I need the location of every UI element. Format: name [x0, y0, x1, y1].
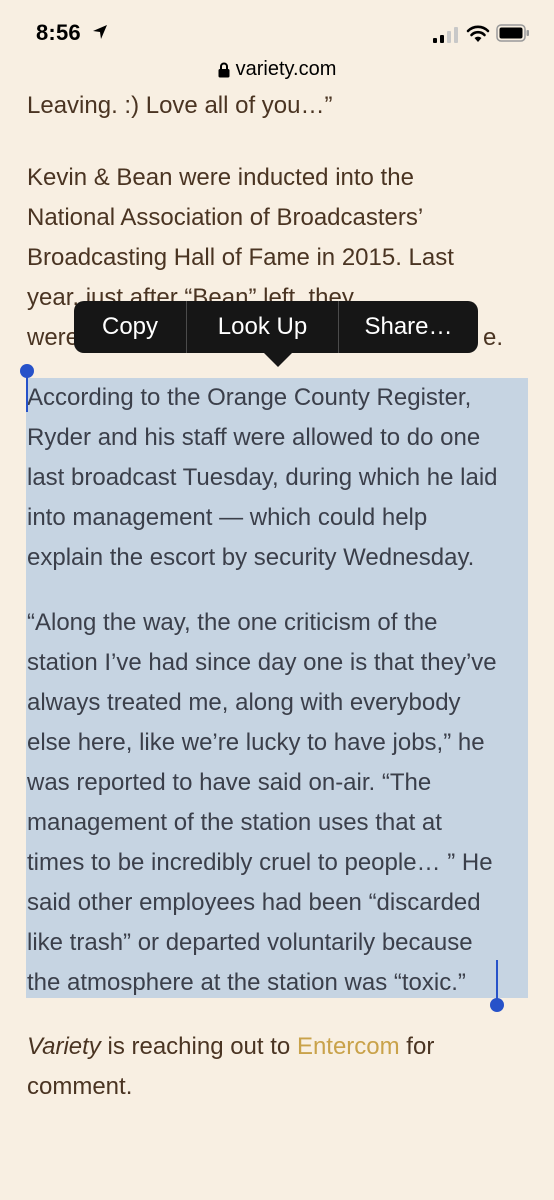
paragraph-line: management of the station uses that at — [27, 809, 442, 836]
copy-button[interactable]: Copy — [74, 301, 186, 353]
cellular-signal-icon — [433, 27, 458, 43]
paragraph-line: last broadcast Tuesday, during which he … — [27, 464, 498, 491]
location-arrow-icon — [93, 25, 107, 39]
paragraph-0: Leaving. :) Love all of you…” — [27, 92, 333, 119]
paragraph-1-line: Kevin & Bean were inducted into the — [27, 164, 414, 191]
text-selection-menu: Copy Look Up Share… — [74, 301, 478, 367]
paragraph-line: said other employees had been “discarded — [27, 889, 481, 916]
paragraph-line: “Along the way, the one criticism of the — [27, 609, 438, 636]
selection-end-handle[interactable] — [490, 998, 504, 1012]
battery-icon — [496, 24, 529, 42]
lock-icon — [218, 62, 230, 77]
paragraph-line: the atmosphere at the station was “toxic… — [27, 969, 466, 996]
paragraph-line: into management — which could help — [27, 504, 428, 531]
menu-pointer-arrow — [264, 353, 292, 367]
closing-text-2: for — [399, 1033, 435, 1060]
entercom-link[interactable]: Entercom — [297, 1033, 400, 1060]
status-bar: 8:56 — [0, 0, 554, 60]
paragraph-line: explain the escort by security Wednesday… — [27, 544, 475, 571]
selection-start-caret[interactable] — [26, 372, 28, 412]
paragraph-line: else here, like we’re lucky to have jobs… — [27, 729, 485, 756]
paragraph-selected-1[interactable]: According to the Orange County Register,… — [27, 378, 498, 578]
paragraph-line: According to the Orange County Register, — [27, 384, 472, 411]
closing-text: is reaching out to — [100, 1033, 297, 1060]
paragraph-line: always treated me, along with everybody — [27, 689, 461, 716]
paragraph-line: was reported to have said on-air. “The — [27, 769, 432, 796]
paragraph-1-line: National Association of Broadcasters’ — [27, 204, 424, 231]
paragraph-line: station I’ve had since day one is that t… — [27, 649, 497, 676]
paragraph-1-line: were — [27, 324, 80, 351]
selection-end-caret[interactable] — [496, 960, 498, 1002]
url-domain: variety.com — [235, 58, 337, 80]
status-time: 8:56 — [36, 20, 81, 45]
publication-name: Variety — [27, 1033, 101, 1060]
look-up-button[interactable]: Look Up — [187, 301, 338, 353]
paragraph-line: times to be incredibly cruel to people… … — [27, 849, 493, 876]
paragraph-line: Ryder and his staff were allowed to do o… — [27, 424, 481, 451]
paragraph-1-tail: e. — [483, 324, 504, 351]
closing-line-2: comment. — [27, 1073, 133, 1100]
wifi-icon — [466, 25, 490, 42]
paragraph-1-line: Broadcasting Hall of Fame in 2015. Last — [27, 244, 454, 271]
paragraph-line: like trash” or departed voluntarily beca… — [27, 929, 473, 956]
paragraph-closing: Variety is reaching out to Entercom for … — [27, 1027, 434, 1107]
paragraph-selected-2[interactable]: “Along the way, the one criticism of the… — [27, 603, 497, 1003]
share-button[interactable]: Share… — [339, 301, 478, 353]
